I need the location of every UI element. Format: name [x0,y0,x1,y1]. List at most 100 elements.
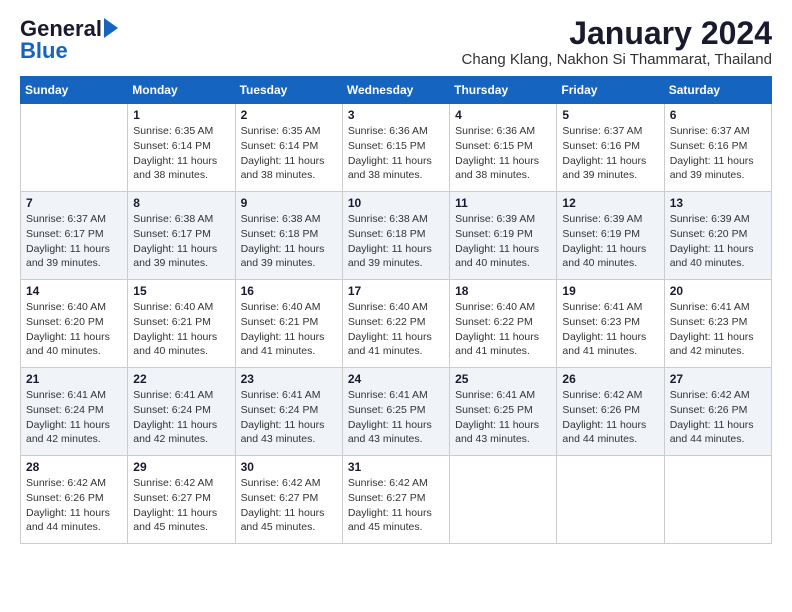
logo: General Blue [20,16,118,64]
day-number: 20 [670,284,766,298]
day-cell: 9 Sunrise: 6:38 AMSunset: 6:18 PMDaylight… [235,192,342,280]
day-cell: 28 Sunrise: 6:42 AMSunset: 6:26 PMDayligh… [21,456,128,544]
logo-arrow-icon [104,18,118,38]
day-info: Sunrise: 6:40 AMSunset: 6:20 PMDaylight:… [26,300,122,359]
day-cell: 30 Sunrise: 6:42 AMSunset: 6:27 PMDayligh… [235,456,342,544]
day-info: Sunrise: 6:41 AMSunset: 6:25 PMDaylight:… [348,388,444,447]
day-info: Sunrise: 6:39 AMSunset: 6:19 PMDaylight:… [455,212,551,271]
day-info: Sunrise: 6:42 AMSunset: 6:27 PMDaylight:… [241,476,337,535]
day-info: Sunrise: 6:41 AMSunset: 6:23 PMDaylight:… [562,300,658,359]
day-cell: 18 Sunrise: 6:40 AMSunset: 6:22 PMDayligh… [450,280,557,368]
day-cell [450,456,557,544]
logo-blue: Blue [20,38,68,64]
day-cell [557,456,664,544]
day-cell: 5 Sunrise: 6:37 AMSunset: 6:16 PMDaylight… [557,104,664,192]
day-info: Sunrise: 6:35 AMSunset: 6:14 PMDaylight:… [133,124,229,183]
day-info: Sunrise: 6:42 AMSunset: 6:26 PMDaylight:… [562,388,658,447]
day-info: Sunrise: 6:41 AMSunset: 6:23 PMDaylight:… [670,300,766,359]
day-info: Sunrise: 6:35 AMSunset: 6:14 PMDaylight:… [241,124,337,183]
day-info: Sunrise: 6:42 AMSunset: 6:26 PMDaylight:… [670,388,766,447]
day-cell: 11 Sunrise: 6:39 AMSunset: 6:19 PMDayligh… [450,192,557,280]
weekday-header-wednesday: Wednesday [342,77,449,104]
weekday-header-friday: Friday [557,77,664,104]
day-number: 17 [348,284,444,298]
day-number: 1 [133,108,229,122]
day-number: 24 [348,372,444,386]
day-info: Sunrise: 6:39 AMSunset: 6:19 PMDaylight:… [562,212,658,271]
day-info: Sunrise: 6:36 AMSunset: 6:15 PMDaylight:… [455,124,551,183]
day-info: Sunrise: 6:38 AMSunset: 6:18 PMDaylight:… [241,212,337,271]
day-number: 11 [455,196,551,210]
day-info: Sunrise: 6:42 AMSunset: 6:27 PMDaylight:… [348,476,444,535]
day-cell: 12 Sunrise: 6:39 AMSunset: 6:19 PMDayligh… [557,192,664,280]
day-info: Sunrise: 6:40 AMSunset: 6:22 PMDaylight:… [455,300,551,359]
day-number: 26 [562,372,658,386]
day-info: Sunrise: 6:41 AMSunset: 6:25 PMDaylight:… [455,388,551,447]
day-number: 2 [241,108,337,122]
day-info: Sunrise: 6:41 AMSunset: 6:24 PMDaylight:… [26,388,122,447]
day-number: 22 [133,372,229,386]
day-cell: 19 Sunrise: 6:41 AMSunset: 6:23 PMDayligh… [557,280,664,368]
day-info: Sunrise: 6:40 AMSunset: 6:21 PMDaylight:… [241,300,337,359]
week-row-5: 28 Sunrise: 6:42 AMSunset: 6:26 PMDayligh… [21,456,772,544]
title-block: January 2024 Chang Klang, Nakhon Si Tham… [462,16,772,68]
day-cell: 31 Sunrise: 6:42 AMSunset: 6:27 PMDayligh… [342,456,449,544]
day-info: Sunrise: 6:42 AMSunset: 6:26 PMDaylight:… [26,476,122,535]
day-number: 28 [26,460,122,474]
day-number: 31 [348,460,444,474]
day-number: 8 [133,196,229,210]
day-number: 5 [562,108,658,122]
day-cell: 17Sunrise: 6:40 AMSunset: 6:22 PMDayligh… [342,280,449,368]
day-number: 27 [670,372,766,386]
day-number: 4 [455,108,551,122]
day-info: Sunrise: 6:39 AMSunset: 6:20 PMDaylight:… [670,212,766,271]
page-header: General Blue January 2024 Chang Klang, N… [20,16,772,68]
day-cell: 16Sunrise: 6:40 AMSunset: 6:21 PMDayligh… [235,280,342,368]
day-cell: 13Sunrise: 6:39 AMSunset: 6:20 PMDayligh… [664,192,771,280]
day-number: 18 [455,284,551,298]
day-info: Sunrise: 6:38 AMSunset: 6:18 PMDaylight:… [348,212,444,271]
calendar-subtitle: Chang Klang, Nakhon Si Thammarat, Thaila… [462,51,772,68]
day-number: 12 [562,196,658,210]
day-cell: 27 Sunrise: 6:42 AMSunset: 6:26 PMDayligh… [664,368,771,456]
weekday-header-row: SundayMondayTuesdayWednesdayThursdayFrid… [21,77,772,104]
calendar-title: January 2024 [462,16,772,51]
day-info: Sunrise: 6:37 AMSunset: 6:17 PMDaylight:… [26,212,122,271]
day-number: 7 [26,196,122,210]
day-cell: 25Sunrise: 6:41 AMSunset: 6:25 PMDayligh… [450,368,557,456]
week-row-2: 7 Sunrise: 6:37 AMSunset: 6:17 PMDaylight… [21,192,772,280]
day-number: 19 [562,284,658,298]
day-number: 15 [133,284,229,298]
day-cell: 14Sunrise: 6:40 AMSunset: 6:20 PMDayligh… [21,280,128,368]
day-info: Sunrise: 6:41 AMSunset: 6:24 PMDaylight:… [241,388,337,447]
day-cell [21,104,128,192]
day-cell: 3Sunrise: 6:36 AMSunset: 6:15 PMDaylight… [342,104,449,192]
day-info: Sunrise: 6:37 AMSunset: 6:16 PMDaylight:… [670,124,766,183]
day-info: Sunrise: 6:42 AMSunset: 6:27 PMDaylight:… [133,476,229,535]
day-cell: 1 Sunrise: 6:35 AMSunset: 6:14 PMDaylight… [128,104,235,192]
day-number: 21 [26,372,122,386]
day-cell: 21 Sunrise: 6:41 AMSunset: 6:24 PMDayligh… [21,368,128,456]
day-cell: 8 Sunrise: 6:38 AMSunset: 6:17 PMDaylight… [128,192,235,280]
day-number: 30 [241,460,337,474]
weekday-header-sunday: Sunday [21,77,128,104]
weekday-header-tuesday: Tuesday [235,77,342,104]
day-info: Sunrise: 6:37 AMSunset: 6:16 PMDaylight:… [562,124,658,183]
day-cell: 23 Sunrise: 6:41 AMSunset: 6:24 PMDayligh… [235,368,342,456]
day-number: 3 [348,108,444,122]
week-row-3: 14Sunrise: 6:40 AMSunset: 6:20 PMDayligh… [21,280,772,368]
weekday-header-monday: Monday [128,77,235,104]
day-cell: 7 Sunrise: 6:37 AMSunset: 6:17 PMDaylight… [21,192,128,280]
day-cell: 22 Sunrise: 6:41 AMSunset: 6:24 PMDayligh… [128,368,235,456]
day-cell: 4 Sunrise: 6:36 AMSunset: 6:15 PMDaylight… [450,104,557,192]
day-cell: 15Sunrise: 6:40 AMSunset: 6:21 PMDayligh… [128,280,235,368]
day-cell: 26 Sunrise: 6:42 AMSunset: 6:26 PMDayligh… [557,368,664,456]
day-number: 10 [348,196,444,210]
day-number: 23 [241,372,337,386]
day-cell: 29Sunrise: 6:42 AMSunset: 6:27 PMDayligh… [128,456,235,544]
day-number: 9 [241,196,337,210]
week-row-4: 21 Sunrise: 6:41 AMSunset: 6:24 PMDayligh… [21,368,772,456]
day-info: Sunrise: 6:38 AMSunset: 6:17 PMDaylight:… [133,212,229,271]
day-info: Sunrise: 6:41 AMSunset: 6:24 PMDaylight:… [133,388,229,447]
weekday-header-saturday: Saturday [664,77,771,104]
